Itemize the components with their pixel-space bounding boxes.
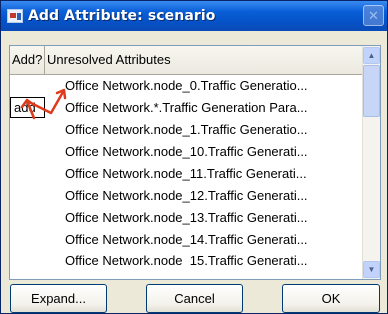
table-row[interactable]: Office Network.node_12.Traffic Generati.…	[10, 185, 362, 207]
add-cell[interactable]	[10, 229, 45, 251]
attribute-cell: Office Network.node_15.Traffic Generati.…	[65, 253, 308, 265]
add-cell[interactable]	[10, 119, 45, 141]
vertical-scrollbar[interactable]: ▲ ▼	[362, 46, 380, 279]
column-header-unresolved-attributes[interactable]: Unresolved Attributes	[45, 46, 362, 74]
add-cell[interactable]	[10, 141, 45, 163]
table-row[interactable]: Office Network.node_15.Traffic Generati.…	[10, 251, 362, 265]
column-header-add[interactable]: Add?	[10, 46, 45, 74]
cancel-button[interactable]: Cancel	[146, 284, 243, 313]
attribute-cell: Office Network.node_10.Traffic Generati.…	[65, 144, 308, 159]
table-row[interactable]: Office Network.node_1.Traffic Generatio.…	[10, 119, 362, 141]
attribute-cell: Office Network.node_11.Traffic Generati.…	[65, 166, 307, 181]
add-cell[interactable]	[10, 75, 45, 97]
expand-button[interactable]: Expand...	[10, 284, 107, 313]
table-row[interactable]: Office Network.node_10.Traffic Generati.…	[10, 141, 362, 163]
table-body: Office Network.node_0.Traffic Generatio.…	[10, 75, 362, 265]
add-cell[interactable]	[10, 207, 45, 229]
app-icon	[7, 9, 23, 23]
attribute-cell: Office Network.node_14.Traffic Generati.…	[65, 232, 308, 247]
attribute-cell: Office Network.node_0.Traffic Generatio.…	[65, 78, 308, 93]
attribute-cell: Office Network.node_1.Traffic Generatio.…	[65, 122, 308, 137]
scroll-up-icon[interactable]: ▲	[363, 47, 380, 64]
window-title: Add Attribute: scenario	[28, 8, 216, 24]
add-cell[interactable]	[10, 185, 45, 207]
attributes-table: Add? Unresolved Attributes Office Networ…	[9, 45, 381, 280]
scroll-thumb[interactable]	[363, 65, 380, 117]
table-row[interactable]: Office Network.node_11.Traffic Generati.…	[10, 163, 362, 185]
attribute-cell: Office Network.*.Traffic Generation Para…	[65, 100, 308, 115]
add-attribute-dialog: Add Attribute: scenario ✕ Add? Unresolve…	[0, 0, 388, 314]
add-cell[interactable]: add	[10, 97, 45, 118]
attribute-cell: Office Network.node_12.Traffic Generati.…	[65, 188, 308, 203]
title-bar[interactable]: Add Attribute: scenario ✕	[1, 1, 387, 31]
table-row[interactable]: Office Network.node_13.Traffic Generati.…	[10, 207, 362, 229]
table-row[interactable]: Office Network.node_0.Traffic Generatio.…	[10, 75, 362, 97]
add-cell[interactable]	[10, 251, 45, 265]
add-cell[interactable]	[10, 163, 45, 185]
table-header: Add? Unresolved Attributes	[10, 46, 362, 75]
scroll-down-icon[interactable]: ▼	[363, 261, 380, 278]
table-row[interactable]: add Office Network.*.Traffic Generation …	[10, 97, 362, 119]
attribute-cell: Office Network.node_13.Traffic Generati.…	[65, 210, 308, 225]
close-icon[interactable]: ✕	[363, 5, 384, 26]
ok-button[interactable]: OK	[282, 284, 380, 313]
table-row[interactable]: Office Network.node_14.Traffic Generati.…	[10, 229, 362, 251]
